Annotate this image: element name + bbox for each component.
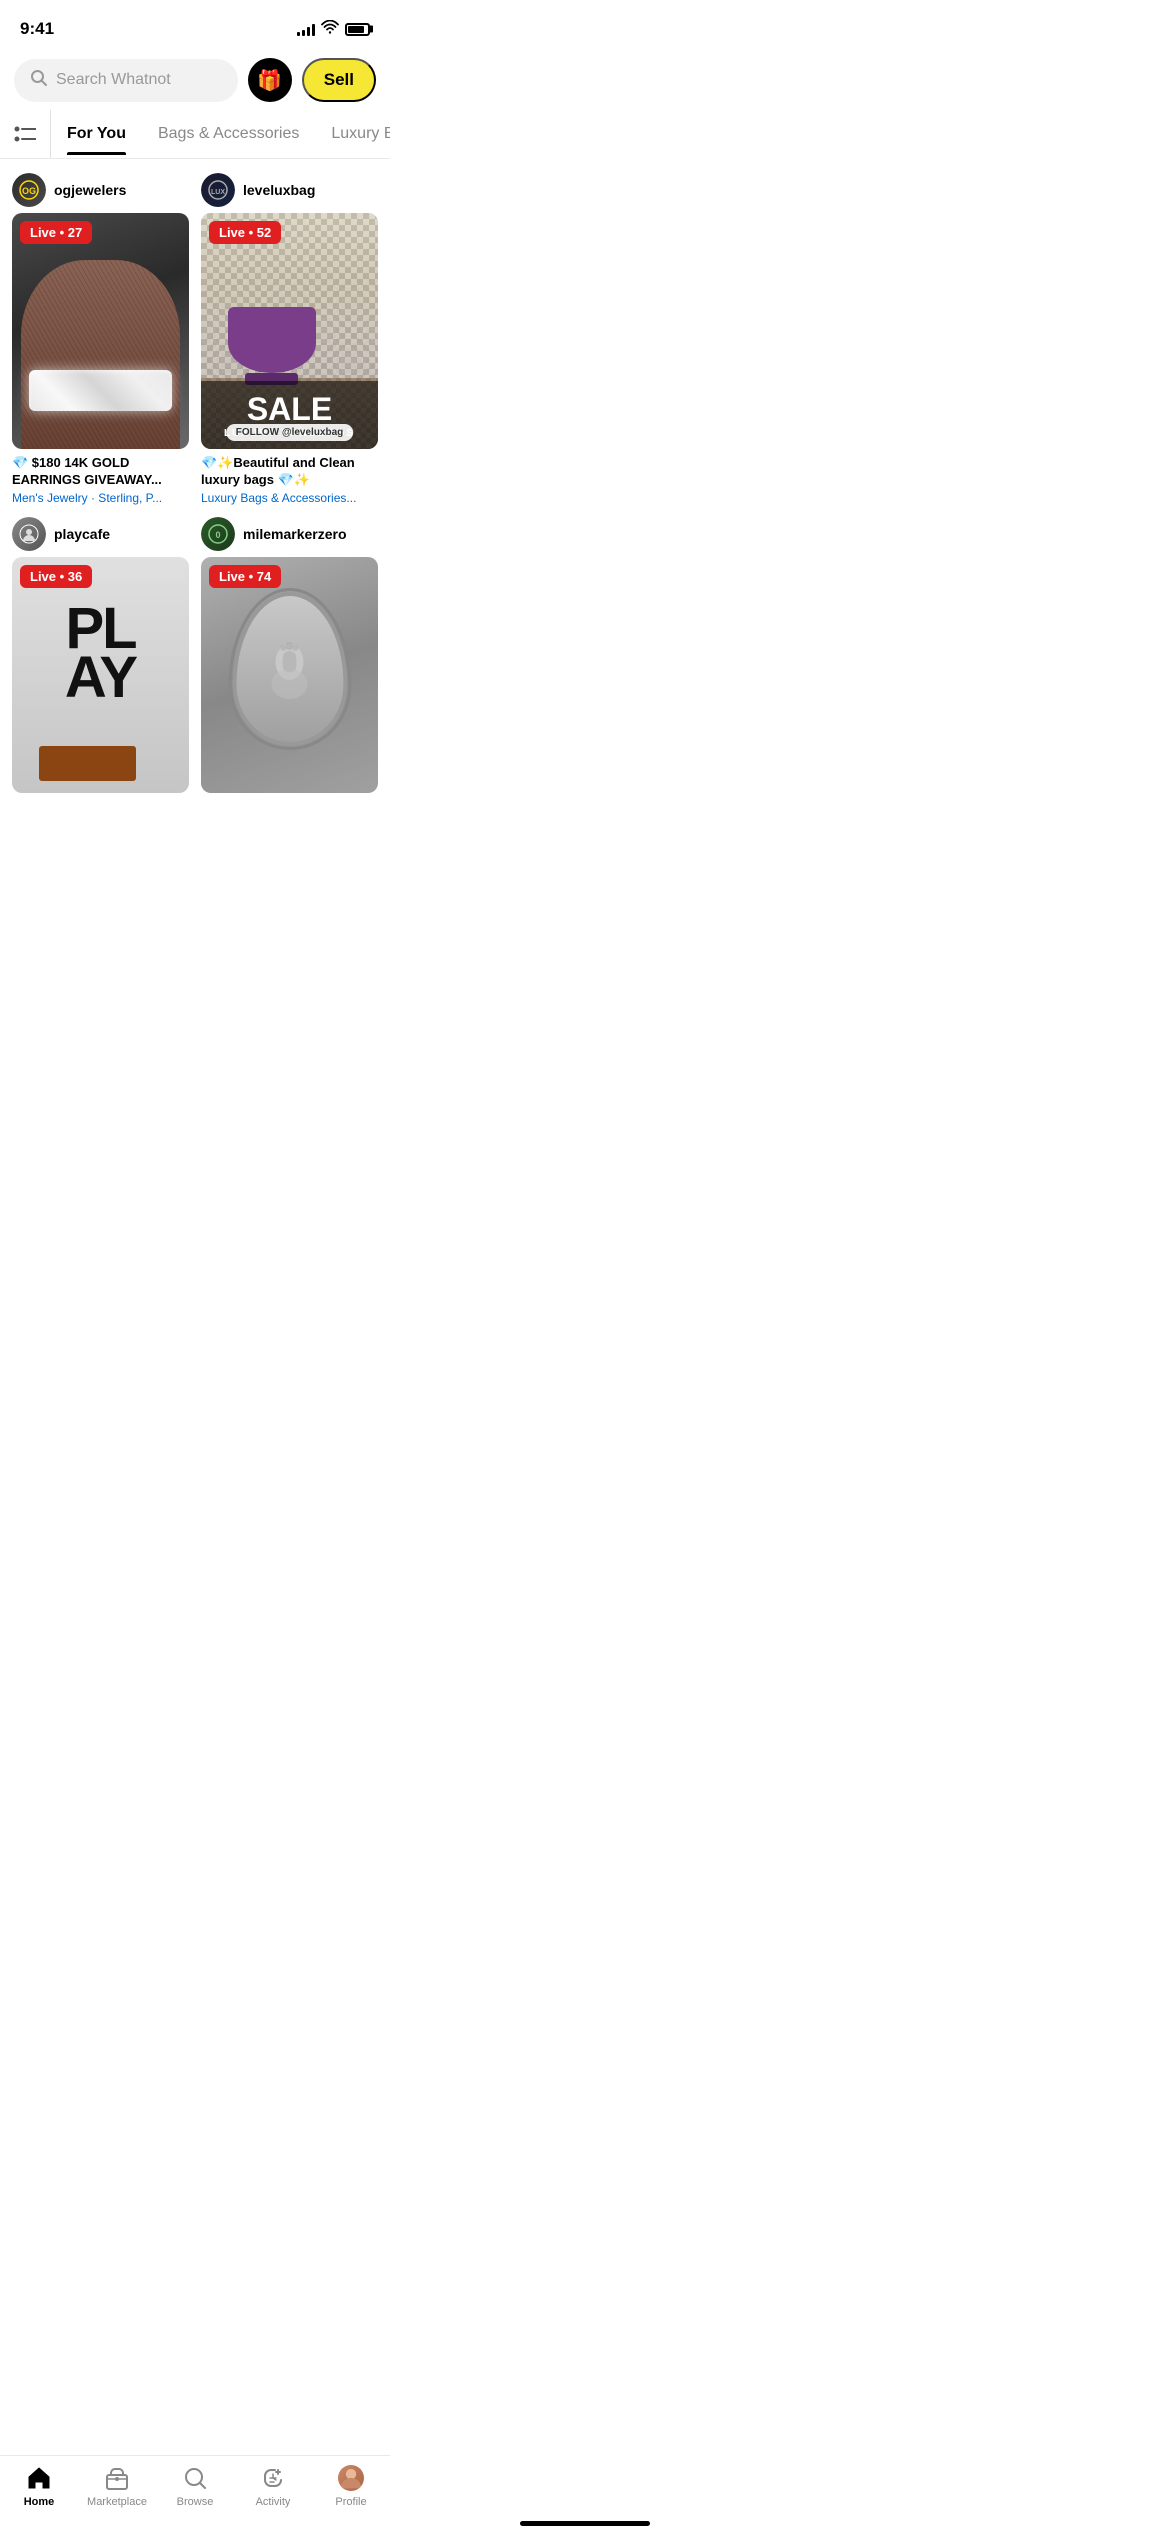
live-card-playcafe[interactable]: playcafe PLAY Live • 36 — [12, 517, 189, 801]
live-badge-milemarkerzero: Live • 74 — [209, 565, 281, 588]
seller-row-milemarkerzero: 0 milemarkerzero — [201, 517, 378, 551]
card-desc-milemarkerzero — [201, 799, 378, 801]
nav-label-activity: Activity — [256, 2496, 291, 2508]
thumbnail-milemarkerzero: Live • 74 — [201, 557, 378, 793]
nav-label-marketplace: Marketplace — [87, 2496, 147, 2508]
search-container: Search Whatnot 🎁 Sell — [0, 50, 390, 110]
follow-tag: FOLLOW @leveluxbag — [226, 424, 354, 441]
nav-label-profile: Profile — [335, 2496, 366, 2508]
seller-name-leveluxbag: leveluxbag — [243, 182, 315, 198]
avatar-ogjewelers: OG — [12, 173, 46, 207]
seller-row-leveluxbag: LUX leveluxbag — [201, 173, 378, 207]
live-badge-playcafe: Live • 36 — [20, 565, 92, 588]
svg-text:LUX: LUX — [211, 189, 225, 196]
live-card-milemarkerzero[interactable]: 0 milemarkerzero — [201, 517, 378, 801]
tab-for-you[interactable]: For You — [51, 113, 142, 155]
seller-name-playcafe: playcafe — [54, 526, 110, 542]
live-card-ogjewelers[interactable]: OG ogjewelers Live • 27 💎 $180 14K GOLD … — [12, 173, 189, 505]
status-bar: 9:41 — [0, 0, 390, 50]
card-subtitle-ogjewelers: Men's Jewelry · Sterling, P... — [12, 491, 189, 505]
thumbnail-ogjewelers: Live • 27 — [12, 213, 189, 449]
seller-name-ogjewelers: ogjewelers — [54, 182, 126, 198]
gift-icon: 🎁 — [257, 68, 282, 93]
tab-bags-accessories[interactable]: Bags & Accessories — [142, 113, 315, 155]
card-subtitle-leveluxbag: Luxury Bags & Accessories... — [201, 491, 378, 505]
nav-item-home[interactable]: Home — [9, 2464, 69, 2508]
bottom-nav: Home Marketplace Browse — [0, 2455, 390, 2532]
seller-row-ogjewelers: OG ogjewelers — [12, 173, 189, 207]
live-card-leveluxbag[interactable]: LUX leveluxbag Live • 52 SALE LUXURY H — [201, 173, 378, 505]
svg-text:OG: OG — [22, 186, 36, 196]
home-icon — [25, 2464, 53, 2492]
nav-item-browse[interactable]: Browse — [165, 2464, 225, 2508]
card-title-leveluxbag: 💎✨Beautiful and Clean luxury bags 💎✨ — [201, 455, 378, 489]
seller-name-milemarkerzero: milemarkerzero — [243, 526, 347, 542]
nav-item-activity[interactable]: Activity — [243, 2464, 303, 2508]
search-icon — [30, 69, 48, 92]
live-grid: OG ogjewelers Live • 27 💎 $180 14K GOLD … — [0, 159, 390, 815]
search-bar[interactable]: Search Whatnot — [14, 59, 238, 102]
live-badge-ogjewelers: Live • 27 — [20, 221, 92, 244]
signal-icon — [297, 22, 315, 36]
profile-icon — [337, 2464, 365, 2492]
status-time: 9:41 — [20, 19, 54, 39]
sell-button[interactable]: Sell — [302, 58, 376, 102]
sale-text: SALE — [211, 391, 368, 428]
category-tabs: For You Bags & Accessories Luxury Bags — [0, 110, 390, 159]
wifi-icon — [321, 20, 339, 38]
thumbnail-playcafe: PLAY Live • 36 — [12, 557, 189, 793]
nav-item-marketplace[interactable]: Marketplace — [87, 2464, 147, 2508]
seller-row-playcafe: playcafe — [12, 517, 189, 551]
nav-label-browse: Browse — [177, 2496, 214, 2508]
card-title-ogjewelers: 💎 $180 14K GOLD EARRINGS GIVEAWAY... — [12, 455, 189, 489]
card-desc-playcafe — [12, 799, 189, 801]
tab-luxury-bags[interactable]: Luxury Bags — [315, 113, 390, 155]
home-indicator — [520, 2521, 650, 2526]
nav-label-home: Home — [24, 2496, 55, 2508]
activity-icon — [259, 2464, 287, 2492]
card-desc-ogjewelers: 💎 $180 14K GOLD EARRINGS GIVEAWAY... Men… — [12, 455, 189, 505]
svg-text:0: 0 — [215, 530, 220, 540]
nav-item-profile[interactable]: Profile — [321, 2464, 381, 2508]
gift-button[interactable]: 🎁 — [248, 58, 292, 102]
cameo-decoration — [232, 592, 347, 745]
browse-icon — [181, 2464, 209, 2492]
status-icons — [297, 20, 370, 38]
battery-icon — [345, 23, 370, 36]
play-text-overlay: PLAY — [12, 604, 189, 703]
live-badge-leveluxbag: Live • 52 — [209, 221, 281, 244]
thumbnail-leveluxbag: Live • 52 SALE LUXURY HANDBAGS FOLLOW @l… — [201, 213, 378, 449]
avatar-playcafe — [12, 517, 46, 551]
avatar-leveluxbag: LUX — [201, 173, 235, 207]
search-placeholder: Search Whatnot — [56, 71, 171, 89]
avatar-milemarkerzero: 0 — [201, 517, 235, 551]
tabs-menu-icon[interactable] — [0, 110, 51, 158]
card-desc-leveluxbag: 💎✨Beautiful and Clean luxury bags 💎✨ Lux… — [201, 455, 378, 505]
marketplace-icon — [103, 2464, 131, 2492]
